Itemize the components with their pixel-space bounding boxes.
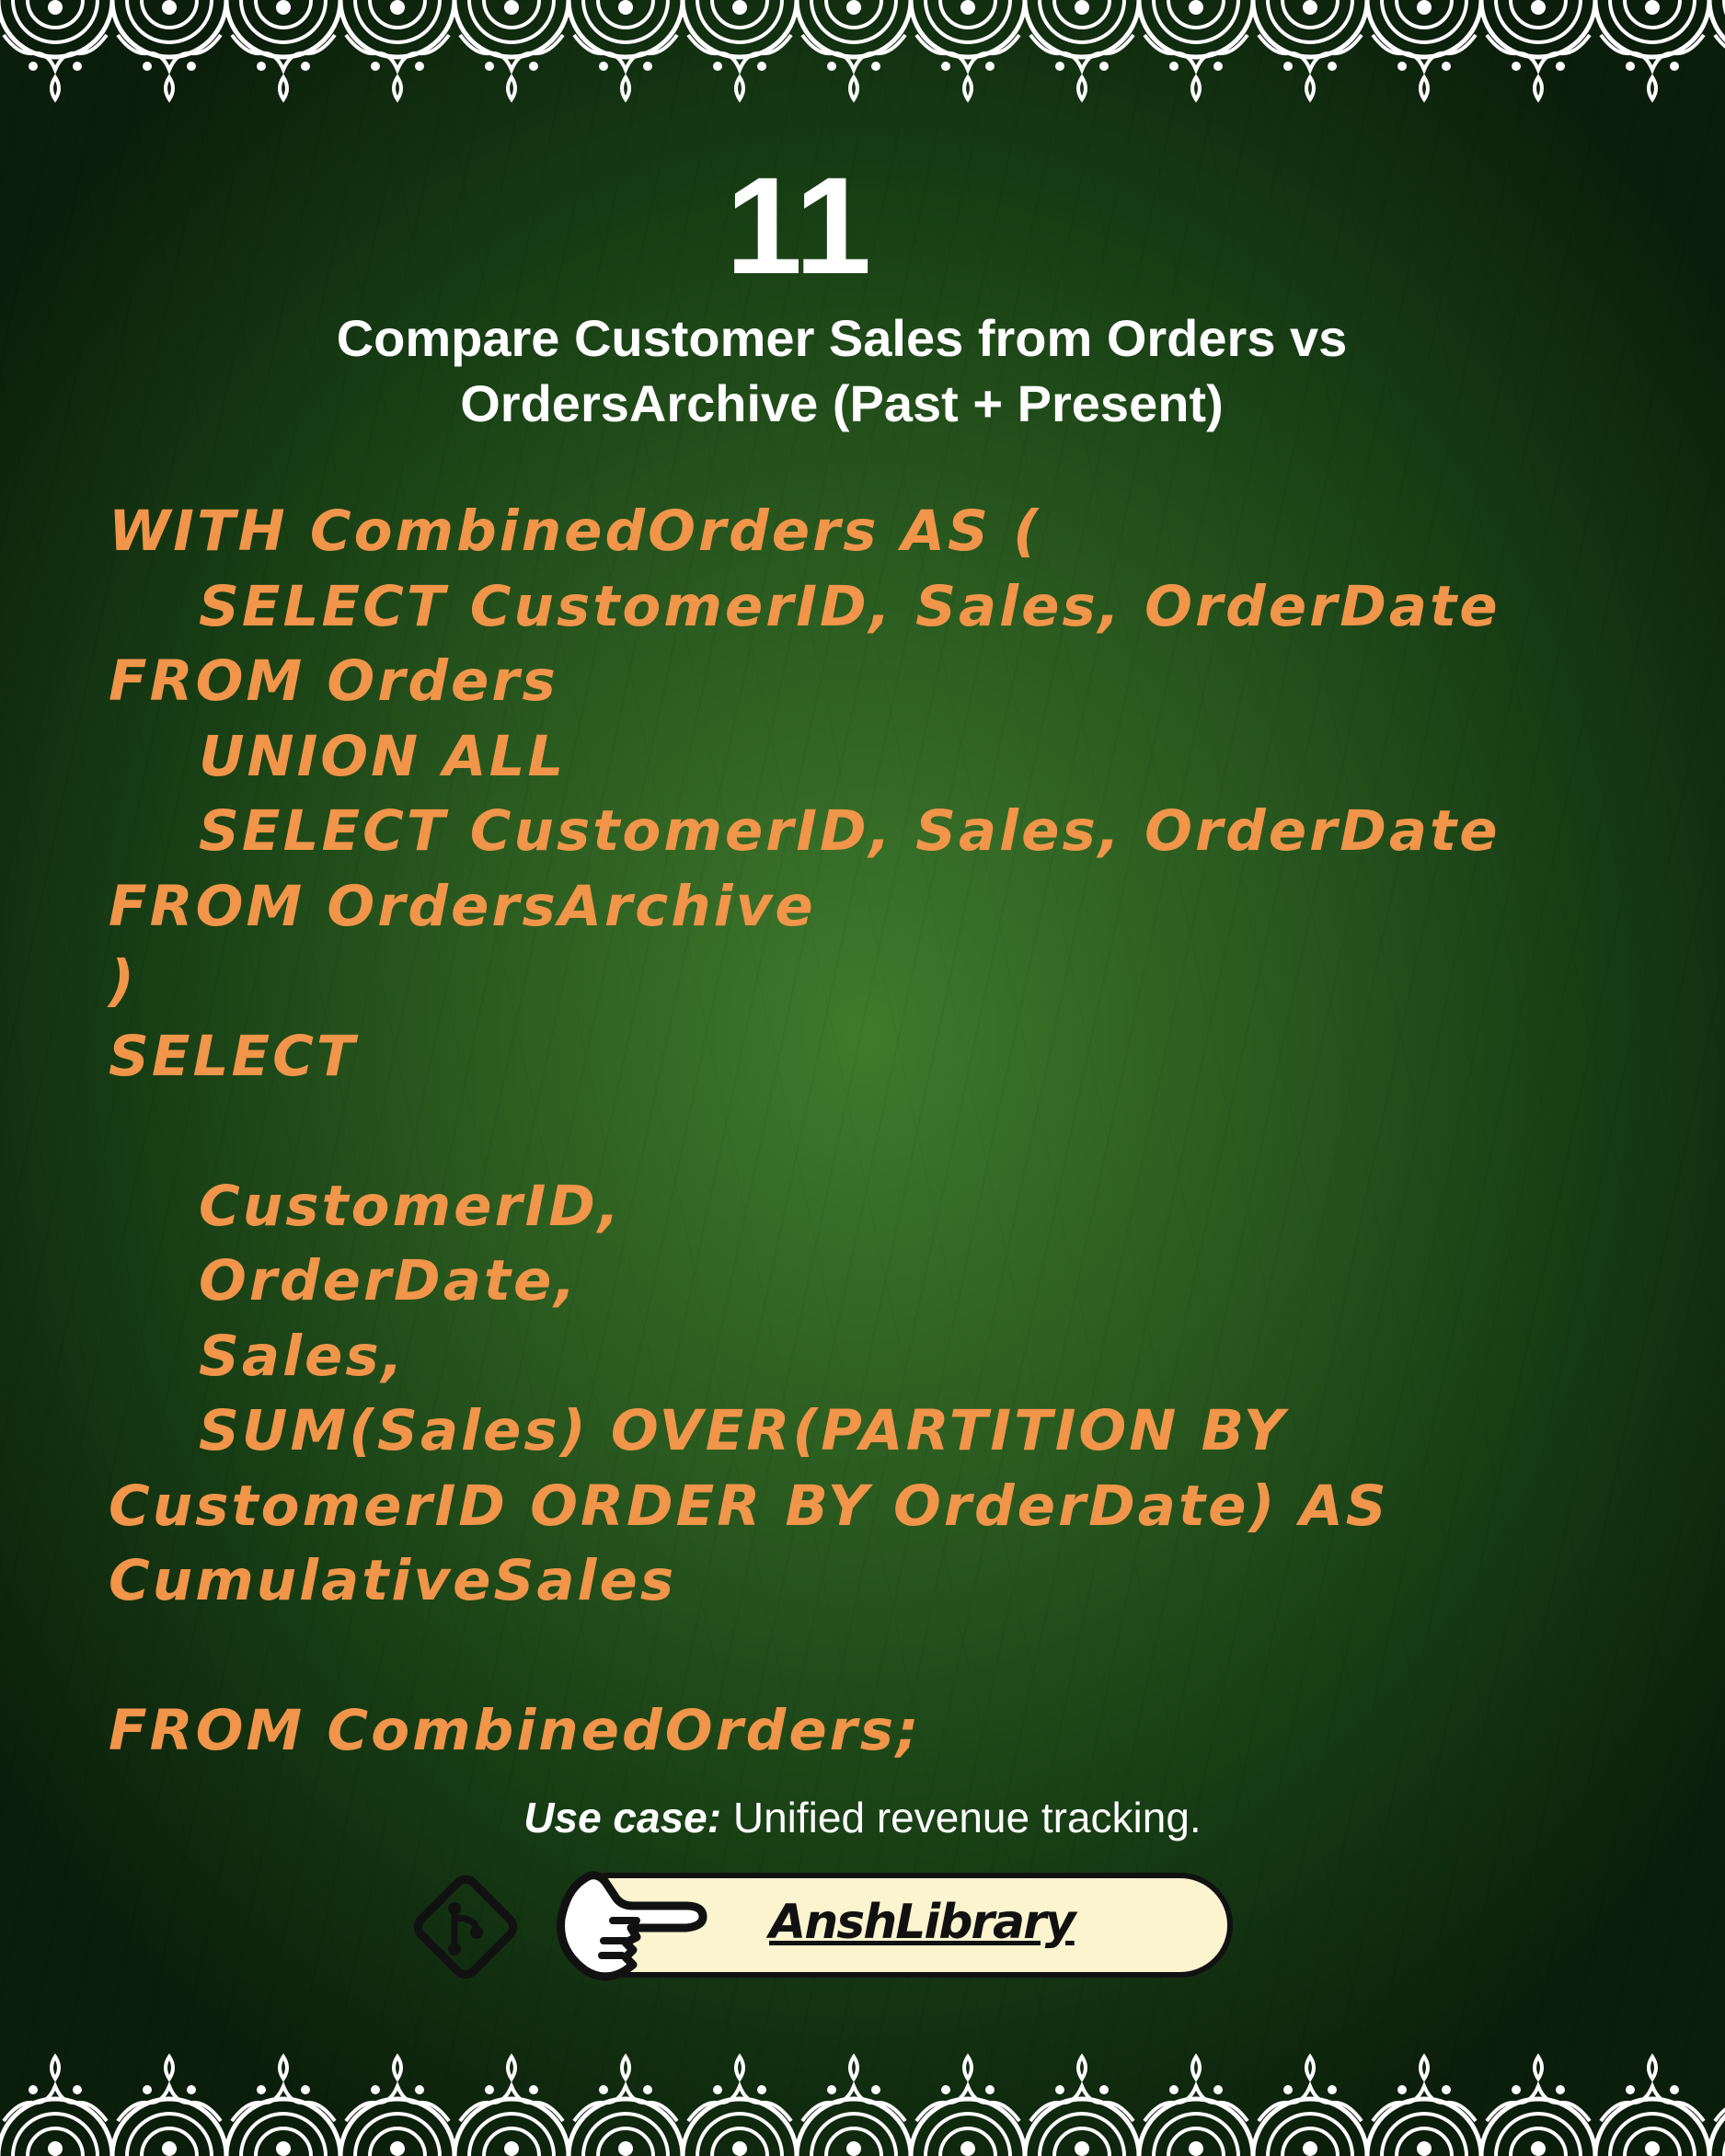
code-line: SUM(Sales) OVER(PARTITION BY <box>199 1398 1287 1463</box>
border-motif <box>797 0 911 99</box>
slide-number: 11 <box>725 148 872 303</box>
border-motif <box>683 2057 797 2156</box>
title-line-1: Compare Customer Sales from Orders vs <box>336 309 1348 367</box>
sql-code-block: WITH CombinedOrders AS ( SELECT Customer… <box>109 494 1599 1769</box>
border-motif <box>1595 0 1709 99</box>
code-line: Sales, <box>199 1323 406 1389</box>
code-line: CumulativeSales <box>109 1548 677 1613</box>
border-motif <box>0 0 112 99</box>
border-motif <box>1139 2057 1253 2156</box>
title-line-2: OrdersArchive (Past + Present) <box>460 374 1224 432</box>
border-motif <box>1253 0 1367 99</box>
code-line: CustomerID ORDER BY OrderDate) AS <box>109 1473 1389 1539</box>
border-motif <box>112 0 226 99</box>
border-motif <box>1025 0 1139 99</box>
border-motif <box>1139 0 1253 99</box>
border-motif <box>683 0 797 99</box>
page-title: Compare Customer Sales from Orders vs Or… <box>221 305 1463 436</box>
border-motif <box>226 2057 340 2156</box>
use-case-note: Use case: Unified revenue tracking. <box>0 1792 1725 1843</box>
border-motif <box>911 0 1025 99</box>
code-line: FROM Orders <box>109 648 558 714</box>
decorative-border-bottom <box>0 2036 1725 2156</box>
border-motif <box>454 0 569 99</box>
code-line: ) <box>109 948 137 1014</box>
border-motif <box>454 2057 569 2156</box>
code-line: SELECT CustomerID, Sales, OrderDate <box>199 573 1501 639</box>
code-line: SELECT CustomerID, Sales, OrderDate <box>199 798 1501 864</box>
code-line: WITH CombinedOrders AS ( <box>109 499 1042 564</box>
border-motif <box>569 0 683 99</box>
code-line: FROM CombinedOrders; <box>109 1698 922 1763</box>
border-motif <box>1253 2057 1367 2156</box>
border-motif <box>340 0 454 99</box>
border-motif <box>340 2057 454 2156</box>
border-motif <box>797 2057 911 2156</box>
brand-link[interactable]: AnshLibrary <box>769 1889 1076 1955</box>
code-line: OrderDate, <box>199 1248 579 1313</box>
code-line: UNION ALL <box>199 723 567 789</box>
decorative-border-top <box>0 0 1725 120</box>
code-line: FROM OrdersArchive <box>109 873 816 939</box>
use-case-text: Unified revenue tracking. <box>721 1794 1202 1841</box>
border-motif <box>1025 2057 1139 2156</box>
border-motif <box>1709 0 1725 99</box>
border-motif <box>569 2057 683 2156</box>
border-motif <box>226 0 340 99</box>
border-motif <box>112 2057 226 2156</box>
border-motif <box>1367 0 1481 99</box>
border-motif <box>0 2057 112 2156</box>
pointing-hand-icon <box>557 1871 707 1981</box>
border-motif <box>1709 2057 1725 2156</box>
border-motif <box>1595 2057 1709 2156</box>
use-case-label: Use case: <box>523 1794 722 1841</box>
code-line: CustomerID, <box>199 1173 623 1239</box>
code-line: SELECT <box>109 1023 358 1089</box>
border-motif <box>911 2057 1025 2156</box>
border-motif <box>1481 0 1595 99</box>
border-motif <box>1481 2057 1595 2156</box>
git-branch-icon <box>413 1875 518 1979</box>
border-motif <box>1367 2057 1481 2156</box>
